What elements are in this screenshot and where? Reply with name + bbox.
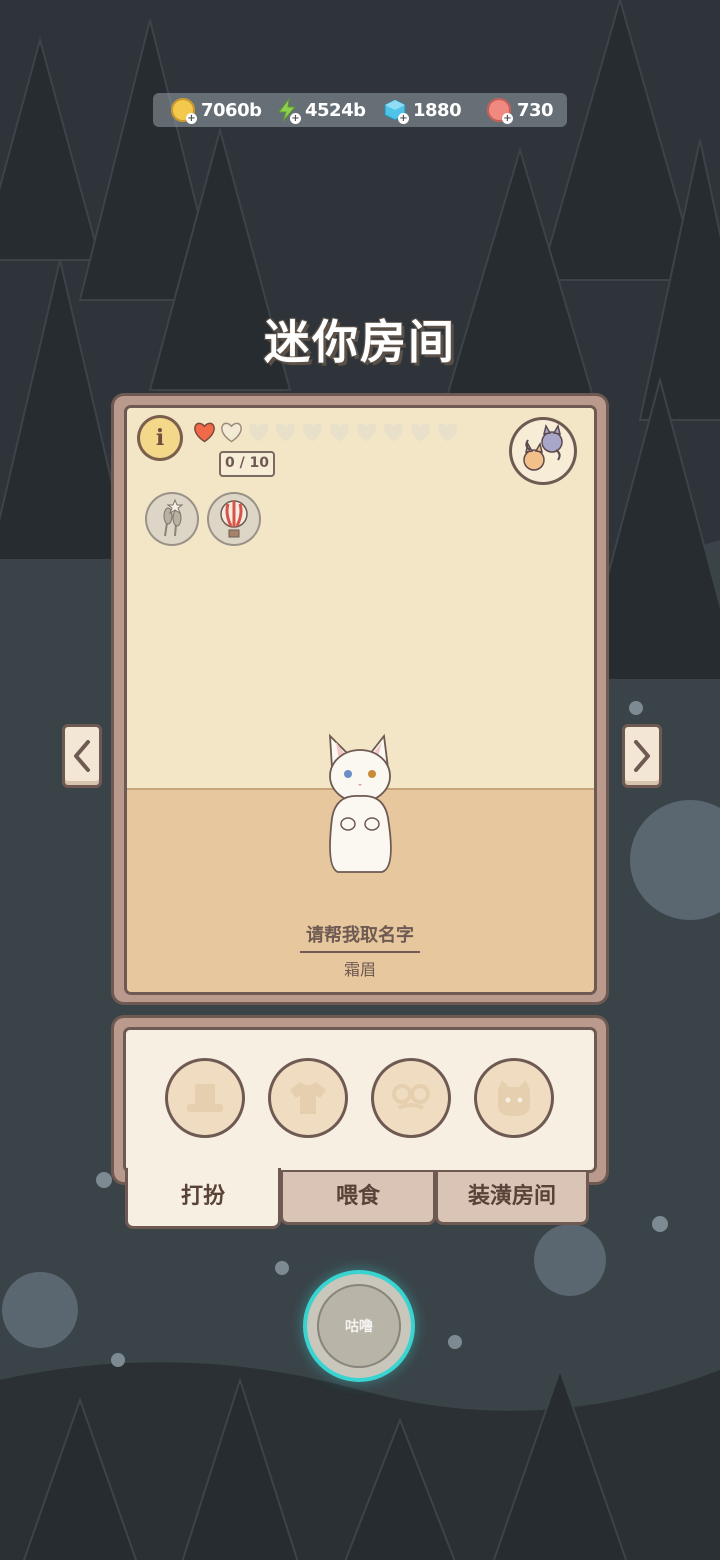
cat-face-icon bbox=[498, 1080, 530, 1116]
wheat-badge[interactable] bbox=[147, 494, 197, 544]
heart-empty-icon bbox=[302, 423, 323, 442]
name-cat-prompt[interactable]: 请帮我取名字 bbox=[300, 921, 420, 953]
heart-empty-icon bbox=[383, 423, 404, 442]
hot-air-balloon-icon bbox=[220, 500, 248, 538]
switch-cat-button[interactable] bbox=[512, 420, 574, 482]
currency-gold-value: 7060b bbox=[201, 99, 262, 121]
currency-energy[interactable]: + 4524b bbox=[275, 97, 366, 124]
cat-character[interactable] bbox=[318, 728, 402, 878]
tab-decorate-room[interactable]: 装潢房间 bbox=[435, 1172, 589, 1225]
currency-yarn[interactable]: + 730 bbox=[487, 97, 554, 124]
currency-bar: + 7060b + 4524b + 1880 + 730 bbox=[153, 93, 567, 127]
tab-dress-up[interactable]: 打扮 bbox=[125, 1168, 281, 1229]
switch-cat-icon bbox=[523, 424, 563, 471]
currency-gold[interactable]: + 7060b bbox=[171, 97, 262, 124]
previous-room-button[interactable] bbox=[62, 724, 102, 788]
purr-label: 咕噜 bbox=[345, 1319, 373, 1335]
heart-empty-icon bbox=[410, 423, 431, 442]
heart-empty-icon bbox=[221, 422, 242, 443]
heart-empty-icon bbox=[329, 423, 350, 442]
heart-empty-icon bbox=[437, 423, 458, 442]
purr-button[interactable]: 咕噜 bbox=[307, 1274, 411, 1378]
hot-air-balloon-badge[interactable] bbox=[209, 494, 259, 544]
shirt-icon bbox=[290, 1082, 326, 1114]
hat-icon bbox=[187, 1084, 223, 1112]
heart-filled-icon bbox=[194, 422, 215, 443]
gold-coin-icon: + bbox=[171, 98, 197, 124]
energy-bolt-icon: + bbox=[275, 97, 301, 124]
next-room-button[interactable] bbox=[622, 724, 662, 788]
room-scene bbox=[127, 408, 594, 992]
wheat-icon bbox=[163, 498, 184, 537]
info-button[interactable]: i bbox=[140, 418, 180, 458]
hat-slot[interactable] bbox=[168, 1061, 242, 1135]
heart-empty-icon bbox=[248, 423, 269, 442]
face-slot[interactable] bbox=[477, 1061, 551, 1135]
shirt-slot[interactable] bbox=[271, 1061, 345, 1135]
heart-empty-icon bbox=[356, 423, 377, 442]
gem-cube-icon: + bbox=[383, 98, 409, 124]
currency-gem[interactable]: + 1880 bbox=[383, 97, 462, 124]
cat-breed-label: 霜眉 bbox=[343, 960, 376, 979]
tab-feed[interactable]: 喂食 bbox=[280, 1172, 436, 1225]
glasses-icon bbox=[392, 1084, 430, 1110]
currency-energy-value: 4524b bbox=[305, 99, 366, 121]
currency-gem-value: 1880 bbox=[413, 99, 462, 121]
page-title: 迷你房间 bbox=[264, 315, 456, 369]
chevron-left-icon bbox=[74, 740, 90, 772]
currency-yarn-value: 730 bbox=[517, 99, 554, 121]
yarn-ball-icon: + bbox=[487, 98, 513, 124]
heart-meter bbox=[193, 421, 459, 443]
glasses-slot[interactable] bbox=[374, 1061, 448, 1135]
chevron-right-icon bbox=[634, 740, 650, 772]
affinity-counter: 0 / 10 bbox=[219, 451, 275, 477]
heart-empty-icon bbox=[275, 423, 296, 442]
